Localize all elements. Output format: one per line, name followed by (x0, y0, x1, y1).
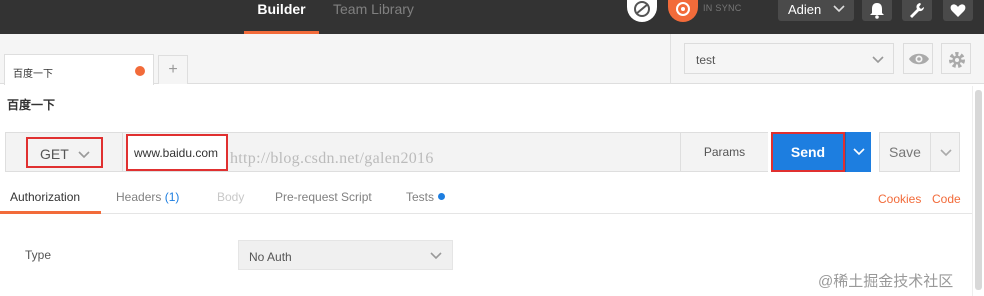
gear-icon (949, 52, 965, 68)
sync-icon[interactable] (627, 0, 657, 22)
chevron-down-icon (78, 151, 90, 159)
manage-environments-button[interactable] (941, 43, 971, 74)
orbit-icon[interactable] (668, 0, 698, 22)
wrench-icon (910, 3, 925, 18)
save-button[interactable]: Save (879, 132, 931, 172)
blog-watermark: http://blog.csdn.net/galen2016 (230, 150, 434, 167)
method-select[interactable]: GET (26, 137, 103, 168)
tab-team-library[interactable]: Team Library (333, 0, 423, 34)
notifications-button[interactable] (862, 0, 892, 21)
request-tab-strip: 百度一下 (0, 34, 670, 85)
send-options-button[interactable] (845, 132, 871, 172)
scrollbar-thumb[interactable] (975, 90, 982, 290)
auth-type-select[interactable]: No Auth (238, 240, 453, 270)
active-tab-indicator (0, 211, 101, 214)
request-title: 百度一下 (7, 98, 56, 112)
bell-icon (870, 3, 884, 19)
method-value: GET (40, 146, 69, 162)
chevron-down-icon (833, 5, 845, 13)
top-bar: Builder Team Library IN SYNC Adien (0, 0, 984, 34)
method-select-area: GET (6, 133, 123, 171)
send-button[interactable]: Send (771, 132, 845, 172)
tab-tests-label: Tests (406, 190, 435, 204)
request-subtabs: Authorization Headers (1) Body Pre-reque… (0, 181, 972, 214)
params-button[interactable]: Params (680, 133, 768, 171)
request-tab-label: 百度一下 (13, 69, 53, 80)
environment-area: test (670, 34, 984, 84)
settings-wrench-button[interactable] (902, 0, 932, 21)
cookies-link[interactable]: Cookies (878, 192, 921, 206)
tab-headers[interactable]: Headers (1) (116, 190, 179, 204)
tab-body[interactable]: Body (217, 190, 244, 204)
tests-indicator-dot (438, 193, 446, 200)
sync-status: IN SYNC (703, 3, 742, 13)
vertical-scrollbar[interactable] (972, 86, 984, 296)
chevron-down-icon (853, 148, 865, 156)
auth-type-value: No Auth (249, 250, 292, 264)
support-heart-button[interactable] (943, 0, 973, 21)
tab-builder-label: Builder (257, 1, 306, 17)
site-watermark: @稀土掘金技术社区 (818, 273, 954, 290)
tab-team-library-label: Team Library (333, 1, 414, 17)
unsaved-dot-icon (135, 66, 145, 76)
chevron-down-icon (430, 252, 442, 260)
user-menu-button[interactable]: Adien (778, 0, 854, 21)
add-tab-button[interactable]: + (158, 55, 188, 84)
eye-icon (909, 53, 929, 65)
chevron-down-icon (872, 56, 884, 64)
chevron-down-icon (940, 149, 952, 157)
code-link[interactable]: Code (932, 192, 961, 206)
url-input[interactable]: www.baidu.com (126, 134, 228, 171)
request-tab[interactable]: 百度一下 (4, 54, 154, 85)
tab-builder[interactable]: Builder (244, 0, 319, 34)
auth-type-label: Type (25, 248, 52, 262)
tab-authorization[interactable]: Authorization (10, 190, 80, 204)
environment-value: test (696, 53, 716, 67)
tab-tests[interactable]: Tests (406, 190, 446, 204)
heart-icon (950, 4, 966, 17)
environment-select[interactable]: test (684, 43, 894, 74)
save-options-button[interactable] (930, 132, 960, 172)
tab-headers-label: Headers (116, 190, 162, 204)
headers-count-badge: (1) (164, 190, 180, 204)
user-name: Adien (788, 2, 822, 17)
environment-quick-look-button[interactable] (903, 43, 933, 74)
tab-pre-request-script[interactable]: Pre-request Script (275, 190, 372, 204)
